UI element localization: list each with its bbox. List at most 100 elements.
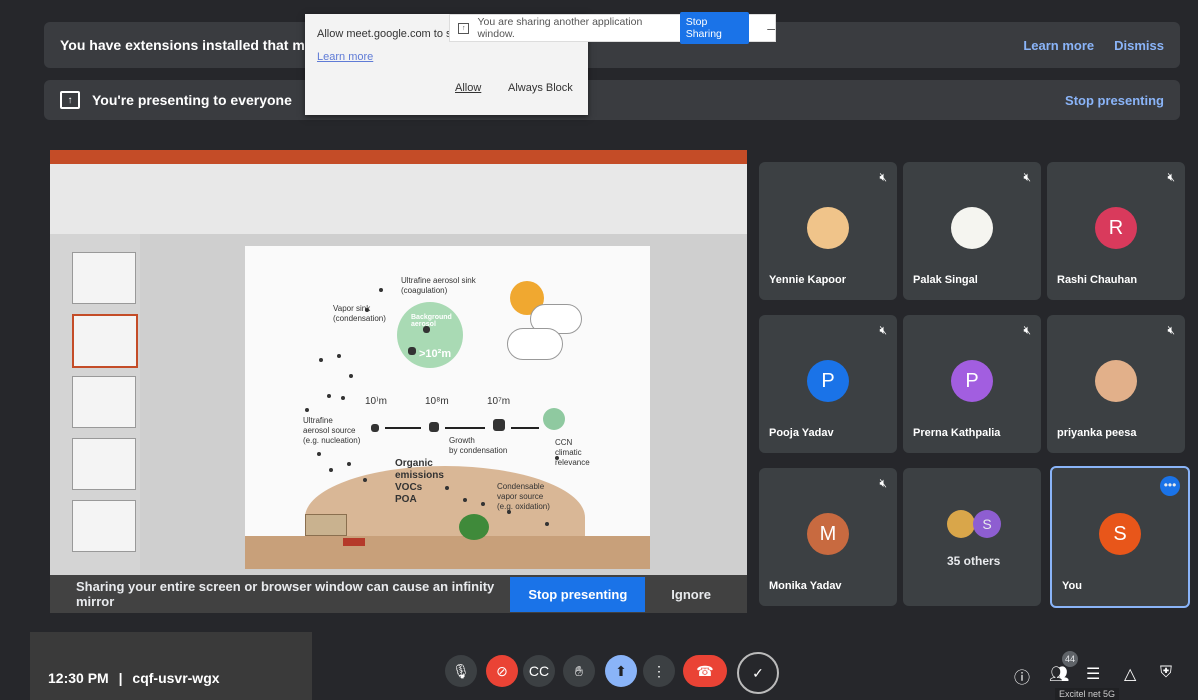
self-tile[interactable]: ••• S You — [1050, 466, 1190, 608]
slide-text: aerosol source — [303, 426, 356, 435]
others-count: 35 others — [947, 554, 1001, 568]
ccn-circle — [543, 408, 565, 430]
slide-text: >10²m — [419, 348, 452, 360]
allow-button[interactable]: Allow — [455, 82, 481, 94]
particle — [429, 422, 439, 432]
presenting-banner: ↑ You're presenting to everyone Stop pre… — [44, 80, 1180, 120]
present-icon: ↑ — [60, 91, 80, 109]
shared-screen: Ultrafine aerosol sink (coagulation) Vap… — [50, 150, 747, 613]
slide-text: by condensation — [449, 446, 508, 455]
mic-off-icon: 🔇︎ — [879, 170, 887, 184]
participant-name: Monika Yadav — [769, 580, 842, 592]
ppt-title-bar — [50, 150, 747, 164]
stop-presenting-link[interactable]: Stop presenting — [1065, 93, 1164, 108]
check-button[interactable]: ✓ — [737, 652, 779, 694]
stop-presenting-button[interactable]: Stop presenting — [510, 576, 646, 612]
avatar: S — [973, 510, 1001, 538]
leave-call-button[interactable]: ☎︎ — [683, 655, 727, 687]
slide-text: Ultrafine — [303, 416, 333, 425]
participant-tile[interactable]: 🔇︎ P Pooja Yadav — [759, 315, 897, 453]
participant-tile[interactable]: 🔇︎ Palak Singal — [903, 162, 1041, 300]
participant-name: Prerna Kathpalia — [913, 427, 1001, 439]
activities-icon[interactable]: △ — [1124, 664, 1136, 684]
captions-icon: CC — [528, 663, 550, 679]
meeting-time: 12:30 PM — [48, 670, 109, 686]
camera-off-icon: ⊘ — [496, 662, 508, 679]
camera-button[interactable]: ⊘ — [486, 655, 518, 687]
slide-text: Growth — [449, 436, 475, 445]
stop-sharing-button[interactable]: Stop Sharing — [679, 12, 750, 44]
mic-off-icon: 🔇︎ — [1023, 170, 1031, 184]
sharing-bar: ↑ You are sharing another application wi… — [449, 12, 776, 44]
dismiss-button[interactable]: Dismiss — [1114, 38, 1164, 53]
slide-text: (coagulation) — [401, 286, 448, 295]
participant-tile[interactable]: 🔇︎ P Prerna Kathpalia — [903, 315, 1041, 453]
slide-text: POA — [395, 494, 417, 505]
meeting-separator: | — [118, 670, 123, 686]
participant-tile[interactable]: 🔇︎ priyanka peesa — [1047, 315, 1185, 453]
avatar — [807, 207, 849, 250]
share-icon: ↑ — [458, 22, 470, 34]
others-tile[interactable]: S 35 others — [903, 468, 1041, 606]
ignore-button[interactable]: Ignore — [671, 587, 711, 602]
slide-thumbnail — [72, 252, 136, 304]
avatar: R — [1095, 207, 1137, 250]
car-icon — [343, 538, 365, 546]
slide-thumbnail — [72, 438, 136, 490]
participant-name: Palak Singal — [913, 274, 978, 286]
avatar: P — [951, 360, 993, 403]
avatar: P — [807, 360, 849, 403]
mic-icon: 🎙︎ — [452, 662, 470, 679]
slide-text: Ultrafine aerosol sink — [401, 276, 476, 285]
slide-text: 10⁷m — [487, 396, 511, 407]
infinity-mirror-bar: Sharing your entire screen or browser wi… — [50, 575, 747, 613]
cloud-icon — [507, 328, 563, 360]
slide-text: Vapor sink — [333, 304, 371, 313]
meeting-time-code: 12:30 PM | cqf-usvr-wgx — [48, 670, 220, 686]
arrow — [511, 427, 539, 429]
participant-name: Pooja Yadav — [769, 427, 834, 439]
minimize-button[interactable]: – — [767, 20, 775, 36]
ppt-thumbnail-pane — [50, 234, 140, 613]
popup-message: Allow meet.google.com to send — [317, 28, 470, 40]
participant-name: Yennie Kapoor — [769, 274, 847, 286]
avatar — [1095, 360, 1137, 403]
people-count-badge: 44 — [1062, 651, 1078, 667]
captions-button[interactable]: CC — [523, 655, 555, 687]
participant-name: You — [1062, 580, 1082, 592]
slide-text: CCN — [555, 438, 573, 447]
slide-text: climatic — [555, 448, 582, 457]
mic-off-icon: 🔇︎ — [1167, 170, 1175, 184]
tree-icon — [459, 514, 489, 540]
hangup-icon: ☎︎ — [696, 662, 714, 679]
tooltip: Excitel net 5G — [1055, 688, 1120, 700]
host-controls-icon[interactable]: ⛨ — [1160, 664, 1172, 682]
participant-tile[interactable]: 🔇︎ Yennie Kapoor — [759, 162, 897, 300]
more-options-button[interactable]: ⋮ — [643, 655, 675, 687]
slide-text: Organic — [395, 458, 433, 469]
participant-tile[interactable]: 🔇︎ R Rashi Chauhan — [1047, 162, 1185, 300]
info-icon[interactable]: ⓘ — [1014, 664, 1030, 688]
ground-strip — [245, 536, 650, 569]
arrow — [385, 427, 421, 429]
always-block-button[interactable]: Always Block — [508, 82, 573, 94]
slide-thumbnail — [72, 314, 138, 368]
more-vert-icon: ⋮ — [652, 662, 666, 679]
popup-learn-more-link[interactable]: Learn more — [317, 51, 373, 63]
chat-icon[interactable]: ☰ — [1086, 664, 1100, 684]
avatar — [947, 510, 975, 538]
slide-text: 10⁸m — [425, 396, 449, 407]
mic-button[interactable]: 🎙︎ — [445, 655, 477, 687]
avatar: S — [1099, 513, 1141, 556]
learn-more-link[interactable]: Learn more — [1023, 38, 1094, 53]
participant-name: Rashi Chauhan — [1057, 274, 1138, 286]
particle — [493, 419, 505, 431]
raise-hand-button[interactable]: ✋︎ — [563, 655, 595, 687]
participant-tile[interactable]: 🔇︎ M Monika Yadav — [759, 468, 897, 606]
more-options-icon[interactable]: ••• — [1160, 476, 1180, 496]
particle — [408, 347, 416, 355]
slide-text: (e.g. nucleation) — [303, 436, 361, 445]
people-icon[interactable]: 👥︎ — [1049, 664, 1069, 684]
present-button[interactable]: ⬆ — [605, 655, 637, 687]
ppt-ribbon — [50, 164, 747, 234]
